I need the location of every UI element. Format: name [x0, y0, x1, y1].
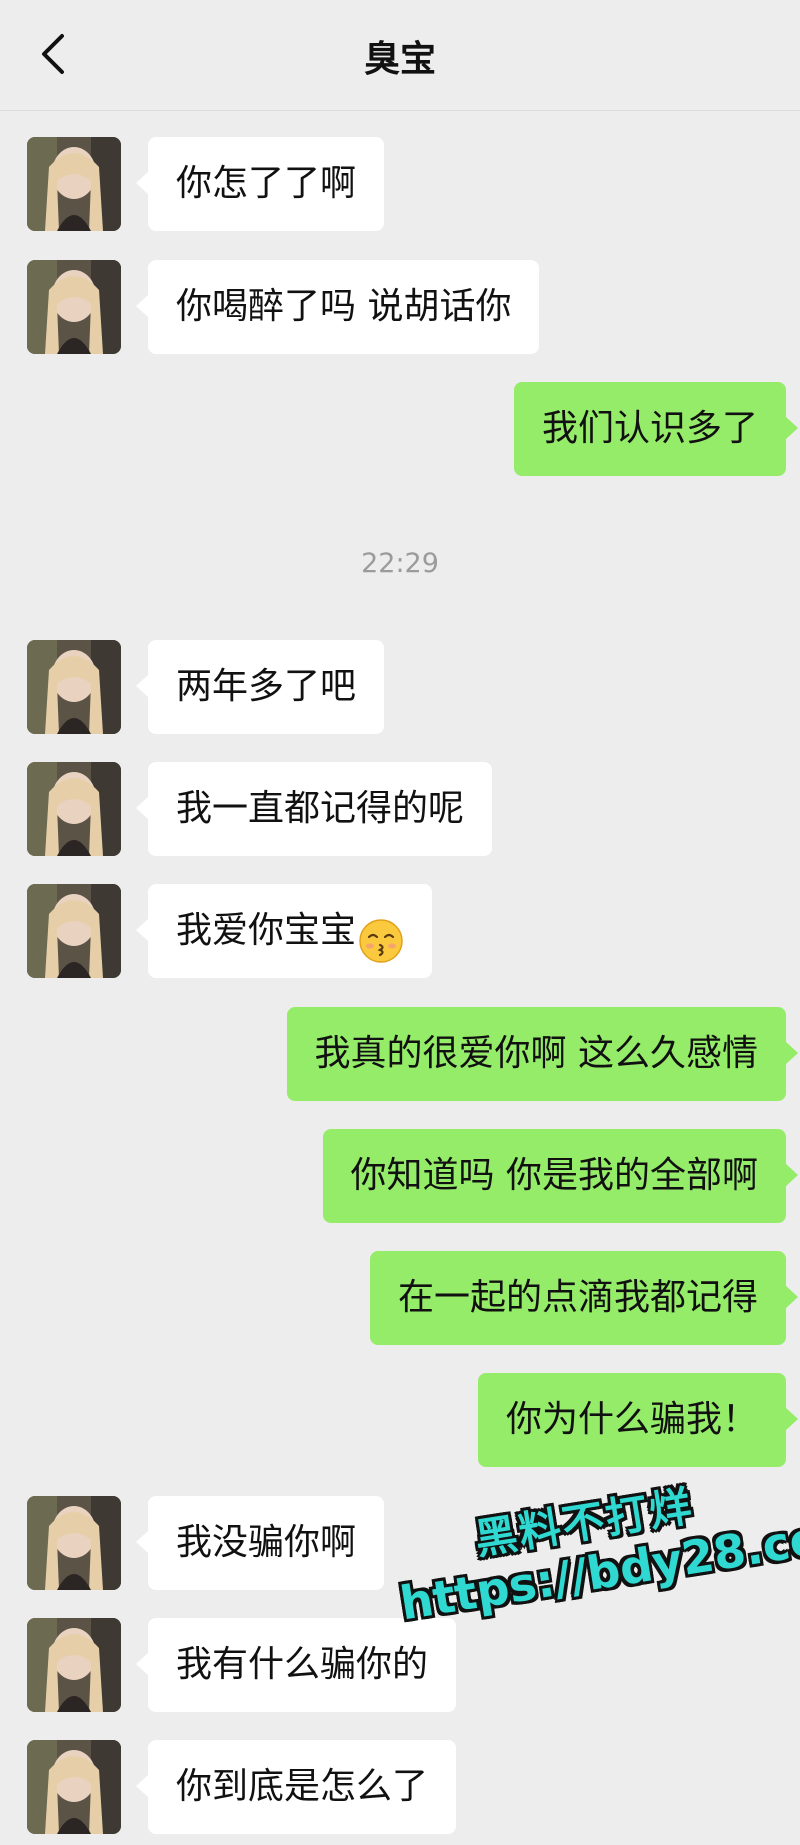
contact-avatar[interactable] [27, 137, 121, 231]
contact-avatar[interactable] [27, 1618, 121, 1712]
chat-title: 臭宝 [363, 39, 436, 80]
contact-avatar[interactable] [27, 640, 121, 734]
outgoing-message[interactable]: 我们认识多了 [513, 382, 799, 476]
message-text: 我爱你宝宝 [176, 910, 357, 951]
message-row: 我爱你宝宝 [0, 884, 800, 978]
contact-avatar[interactable] [27, 260, 121, 354]
contact-avatar[interactable] [27, 1496, 121, 1590]
incoming-message[interactable]: 两年多了吧 [135, 640, 385, 734]
message-row: 你知道吗 你是我的全部啊 [0, 1129, 800, 1223]
message-row: 你怎了了啊 [0, 137, 800, 231]
incoming-message[interactable]: 你怎了了啊 [135, 137, 385, 231]
outgoing-message[interactable]: 你知道吗 你是我的全部啊 [322, 1129, 799, 1223]
message-row: 我真的很爱你啊 这么久感情 [0, 1007, 800, 1101]
message-row: 我们认识多了 [0, 382, 800, 476]
message-row: 在一起的点滴我都记得 [0, 1251, 800, 1345]
outgoing-message[interactable]: 在一起的点滴我都记得 [369, 1251, 799, 1345]
outgoing-message[interactable]: 我真的很爱你啊 这么久感情 [286, 1007, 799, 1101]
message-row: 两年多了吧 [0, 640, 800, 734]
message-timestamp: 22:29 [361, 548, 439, 579]
message-row: 你到底是怎么了 [0, 1740, 800, 1834]
incoming-message[interactable]: 我一直都记得的呢 [135, 762, 493, 856]
kissing-face-icon [358, 906, 404, 963]
incoming-message[interactable]: 你喝醉了吗 说胡话你 [135, 260, 540, 354]
message-row: 我一直都记得的呢 [0, 762, 800, 856]
nav-bar: 臭宝 [0, 0, 800, 111]
message-row: 你喝醉了吗 说胡话你 [0, 260, 800, 354]
incoming-message[interactable]: 你到底是怎么了 [135, 1740, 457, 1834]
contact-avatar[interactable] [27, 884, 121, 978]
contact-avatar[interactable] [27, 762, 121, 856]
contact-avatar[interactable] [27, 1740, 121, 1834]
incoming-message[interactable]: 我没骗你啊 [135, 1496, 385, 1590]
incoming-message[interactable]: 我爱你宝宝 [135, 884, 433, 978]
